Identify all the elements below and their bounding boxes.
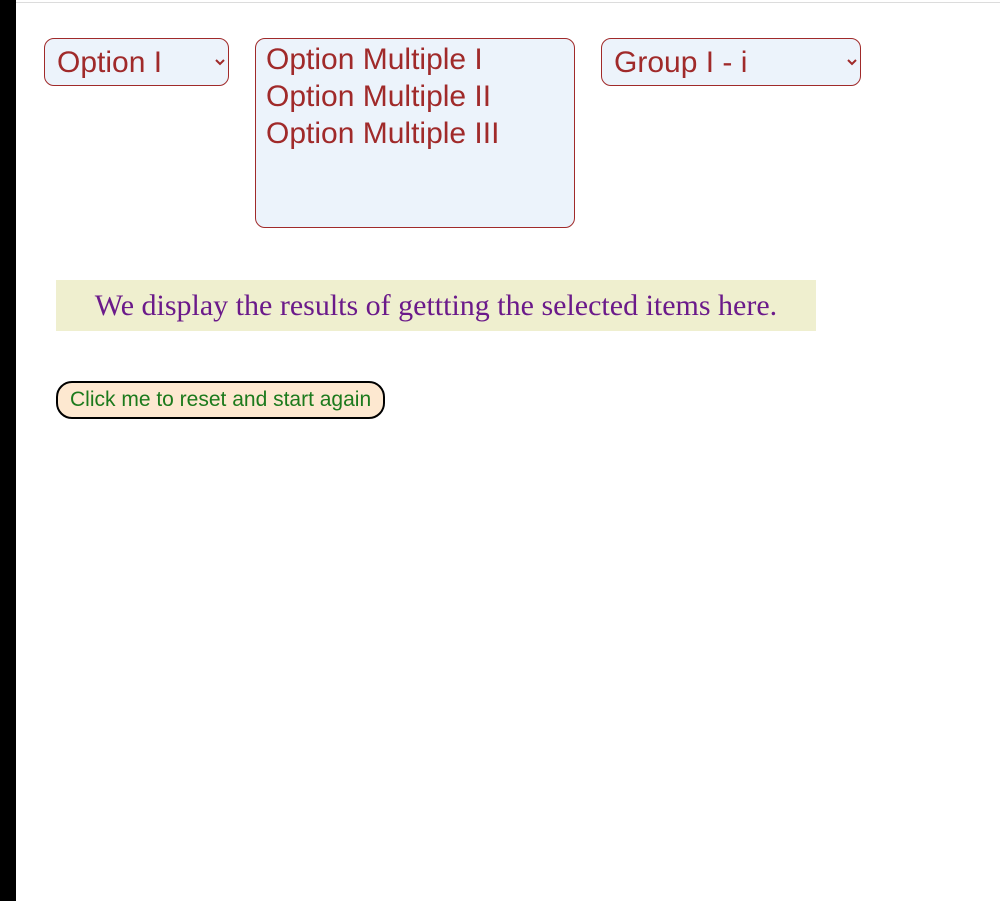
multiple-select[interactable]: Option Multiple I Option Multiple II Opt… — [255, 38, 575, 228]
grouped-select[interactable]: Group I - i — [601, 38, 861, 86]
left-edge-bar — [0, 0, 16, 901]
multiple-select-option[interactable]: Option Multiple III — [264, 117, 566, 154]
multiple-select-option[interactable]: Option Multiple I — [264, 43, 566, 80]
reset-button[interactable]: Click me to reset and start again — [56, 381, 385, 419]
multiple-select-option[interactable]: Option Multiple II — [264, 80, 566, 117]
results-display: We display the results of gettting the s… — [56, 280, 816, 331]
single-select[interactable]: Option I — [44, 38, 229, 86]
selects-row: Option I Option Multiple I Option Multip… — [44, 38, 1000, 228]
main-content: Option I Option Multiple I Option Multip… — [16, 0, 1000, 419]
